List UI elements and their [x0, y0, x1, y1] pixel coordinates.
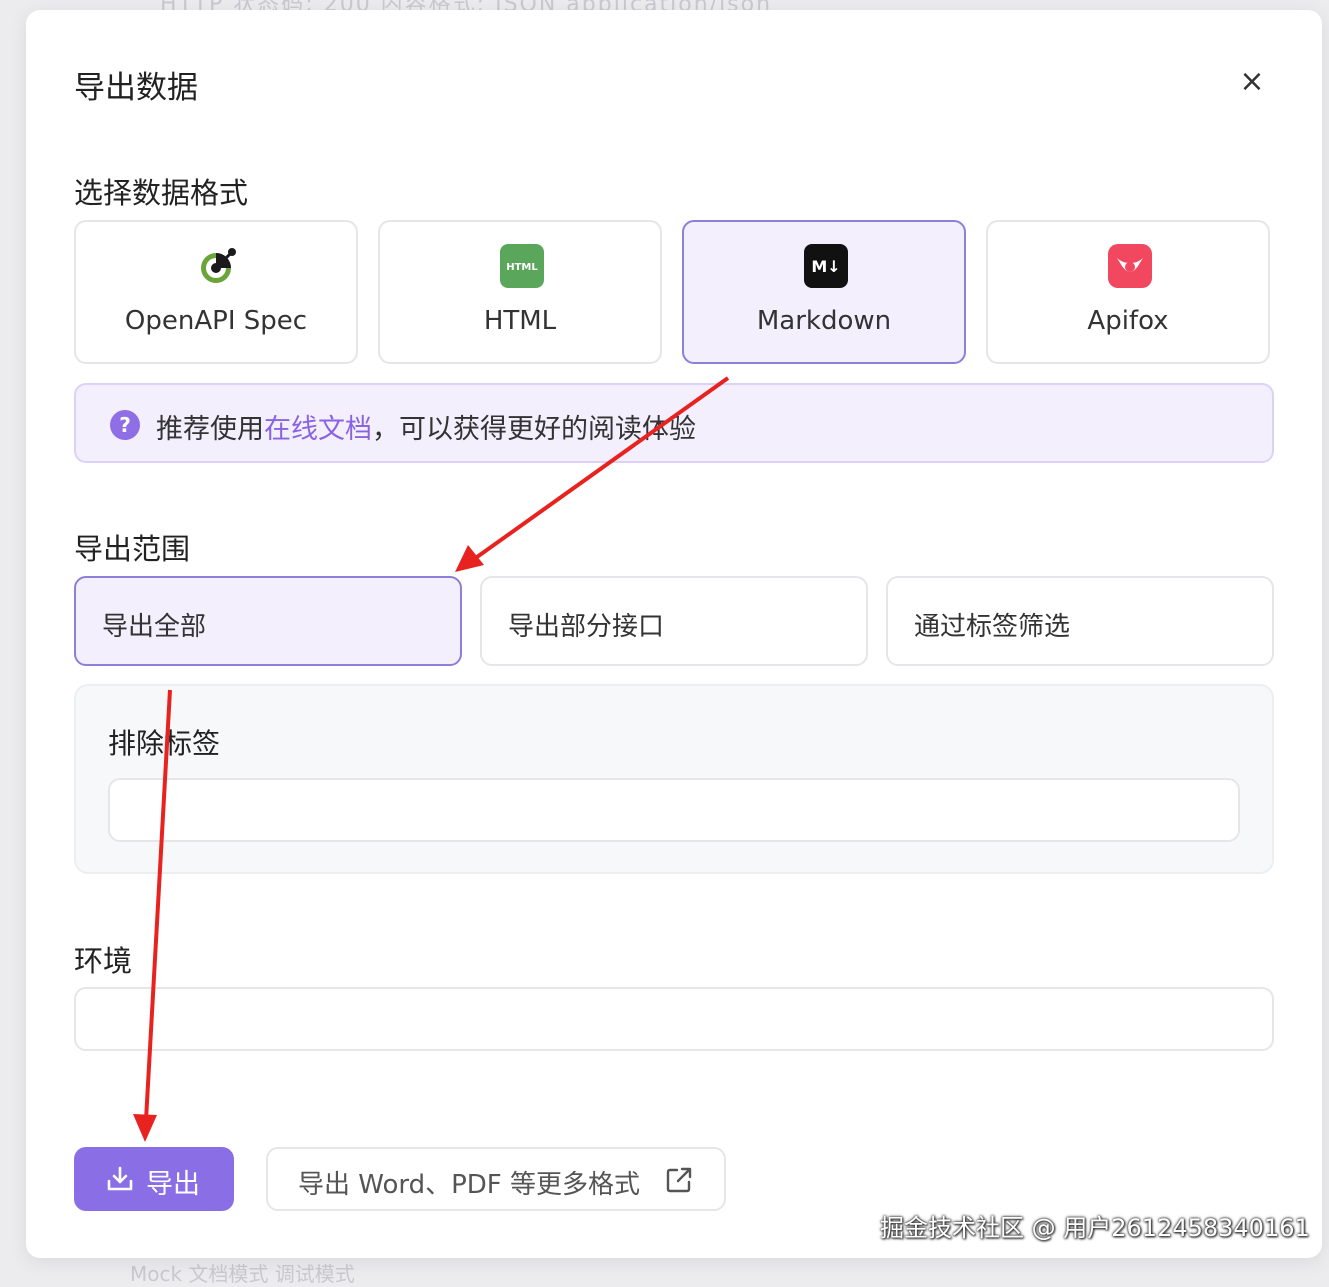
format-option-label: Markdown [756, 306, 892, 336]
download-icon [107, 1166, 133, 1191]
environment-select[interactable] [74, 987, 1274, 1051]
format-option-html[interactable]: HTML HTML [378, 220, 662, 364]
exclude-tags-input[interactable] [108, 778, 1240, 842]
format-option-label: HTML [483, 306, 557, 336]
export-button[interactable]: 导出 [74, 1147, 234, 1211]
svg-text:M↓: M↓ [811, 257, 840, 276]
export-data-dialog: 导出数据 × 选择数据格式 OpenAPI Spec HTML HTML M↓ … [26, 10, 1322, 1258]
format-option-label: Apifox [1087, 306, 1169, 336]
background-mode-tabs: Mock 文档模式 调试模式 [130, 1262, 355, 1286]
export-more-formats-label: 导出 Word、PDF 等更多格式 [298, 1170, 641, 1200]
range-section-label: 导出范围 [74, 532, 191, 566]
range-option-label: 导出部分接口 [508, 612, 665, 642]
dialog-title: 导出数据 [74, 70, 198, 106]
exclude-tags-panel: 排除标签 [74, 684, 1274, 874]
question-icon: ? [110, 410, 140, 440]
environment-label: 环境 [74, 944, 133, 978]
online-docs-link[interactable]: 在线文档 [264, 414, 372, 445]
html-file-icon: HTML [500, 244, 544, 288]
range-option-label: 导出全部 [102, 612, 207, 642]
close-icon[interactable]: × [1236, 66, 1268, 98]
exclude-tags-label: 排除标签 [108, 727, 221, 760]
apifox-logo-icon [1108, 244, 1152, 288]
range-option-label: 通过标签筛选 [914, 612, 1071, 642]
external-link-icon [666, 1167, 692, 1193]
tip-text-before: 推荐使用 [156, 414, 264, 445]
format-option-markdown[interactable]: M↓ Markdown [682, 220, 966, 364]
watermark: 掘金技术社区 @ 用户2612458340161 [880, 1214, 1310, 1242]
format-section-label: 选择数据格式 [74, 176, 249, 210]
export-more-formats-button[interactable]: 导出 Word、PDF 等更多格式 [266, 1147, 726, 1211]
recommend-tip: ? 推荐使用在线文档，可以获得更好的阅读体验 [74, 383, 1274, 463]
svg-text:HTML: HTML [506, 262, 538, 273]
format-option-label: OpenAPI Spec [124, 306, 308, 336]
markdown-icon: M↓ [804, 244, 848, 288]
export-button-label: 导出 [146, 1169, 200, 1200]
range-option-partial[interactable]: 导出部分接口 [480, 576, 868, 666]
range-option-by-tag[interactable]: 通过标签筛选 [886, 576, 1274, 666]
tip-text-after: ，可以获得更好的阅读体验 [372, 414, 696, 445]
openapi-logo-icon [201, 248, 236, 283]
range-option-all[interactable]: 导出全部 [74, 576, 462, 666]
format-option-apifox[interactable]: Apifox [986, 220, 1270, 364]
format-option-openapi[interactable]: OpenAPI Spec [74, 220, 358, 364]
tip-text: 推荐使用在线文档，可以获得更好的阅读体验 [156, 407, 696, 446]
